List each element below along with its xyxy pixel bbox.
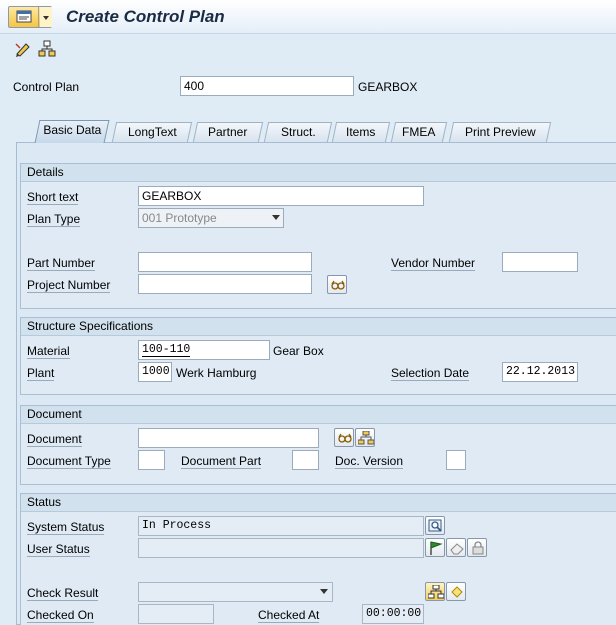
checked-at-label: Checked At: [258, 608, 320, 623]
plan-type-label: Plan Type: [27, 212, 81, 227]
tab-label: Basic Data: [43, 123, 102, 137]
document-label: Document: [27, 432, 82, 447]
tab-fmea[interactable]: FMEA: [390, 122, 448, 142]
diamond-icon[interactable]: [446, 582, 466, 601]
system-status-label: System Status: [27, 520, 105, 535]
tab-label: Print Preview: [464, 125, 536, 139]
checked-at-field: 00:00:00: [362, 604, 424, 624]
hierarchy-icon[interactable]: [425, 582, 445, 601]
document-type-label: Document Type: [27, 454, 111, 469]
tree-icon[interactable]: [355, 428, 375, 447]
menu-button[interactable]: [8, 6, 52, 28]
hierarchy-icon[interactable]: [38, 40, 56, 58]
user-status-field: [138, 538, 424, 558]
part-number-field[interactable]: [138, 252, 312, 272]
checked-on-label: Checked On: [27, 608, 94, 623]
check-result-select[interactable]: [138, 582, 333, 602]
tab-label: Struct.: [280, 125, 316, 139]
control-plan-number-field[interactable]: 400: [180, 76, 354, 96]
tab-print-preview[interactable]: Print Preview: [448, 122, 552, 142]
menu-icon: [9, 7, 39, 27]
short-text-field[interactable]: GEARBOX: [138, 186, 424, 206]
tab-basic-data[interactable]: Basic Data: [34, 120, 110, 143]
vendor-number-label: Vendor Number: [391, 256, 476, 271]
magnifier-icon[interactable]: [425, 516, 445, 535]
glasses-icon[interactable]: [327, 275, 347, 294]
vendor-number-field[interactable]: [502, 252, 578, 272]
control-plan-label: Control Plan: [13, 80, 80, 94]
document-group-title: Document: [21, 406, 616, 424]
edit-pencil-icon[interactable]: [14, 40, 32, 58]
plant-field[interactable]: 1000: [138, 362, 172, 382]
tab-longtext[interactable]: LongText: [111, 122, 193, 142]
eraser-icon[interactable]: [446, 538, 466, 557]
plant-description: Werk Hamburg: [176, 366, 257, 380]
document-field[interactable]: [138, 428, 319, 448]
tab-items[interactable]: Items: [331, 122, 391, 142]
tab-struct[interactable]: Struct.: [263, 122, 333, 142]
material-label: Material: [27, 344, 70, 359]
chevron-down-icon: [40, 7, 52, 27]
part-number-label: Part Number: [27, 256, 96, 271]
material-description: Gear Box: [273, 344, 324, 358]
plant-label: Plant: [27, 366, 55, 381]
tab-label: FMEA: [402, 125, 436, 139]
chevron-down-icon[interactable]: [272, 215, 280, 220]
control-plan-name: GEARBOX: [358, 80, 418, 94]
doc-version-field[interactable]: [446, 450, 466, 470]
title-bar: Create Control Plan: [0, 0, 616, 34]
plan-type-select[interactable]: 001 Prototype: [138, 208, 284, 228]
tab-label: Items: [346, 125, 376, 139]
selection-date-field[interactable]: 22.12.2013: [502, 362, 578, 382]
checked-on-field: [138, 604, 214, 624]
details-group-title: Details: [21, 164, 616, 182]
short-text-label: Short text: [27, 190, 79, 205]
user-status-label: User Status: [27, 542, 90, 557]
tab-partner[interactable]: Partner: [192, 122, 264, 142]
material-value: 100-110: [142, 343, 191, 357]
tab-label: Partner: [208, 125, 248, 139]
lock-icon[interactable]: [467, 538, 487, 557]
document-part-label: Document Part: [181, 454, 262, 469]
structure-group-title: Structure Specifications: [21, 318, 616, 336]
project-number-label: Project Number: [27, 278, 111, 293]
check-result-label: Check Result: [27, 586, 99, 601]
document-type-field[interactable]: [138, 450, 165, 470]
selection-date-label: Selection Date: [391, 366, 470, 381]
page-title: Create Control Plan: [66, 7, 225, 26]
document-part-field[interactable]: [292, 450, 319, 470]
status-group: Status: [20, 493, 616, 625]
project-number-field[interactable]: [138, 274, 312, 294]
material-field[interactable]: 100-110: [138, 340, 270, 360]
glasses-icon[interactable]: [334, 428, 354, 447]
system-status-field: In Process: [138, 516, 424, 536]
plan-type-value: 001 Prototype: [142, 211, 217, 225]
tab-label: LongText: [127, 125, 177, 139]
doc-version-label: Doc. Version: [335, 454, 404, 469]
flag-icon[interactable]: [425, 538, 445, 557]
status-group-title: Status: [21, 494, 616, 512]
chevron-down-icon[interactable]: [320, 589, 328, 594]
